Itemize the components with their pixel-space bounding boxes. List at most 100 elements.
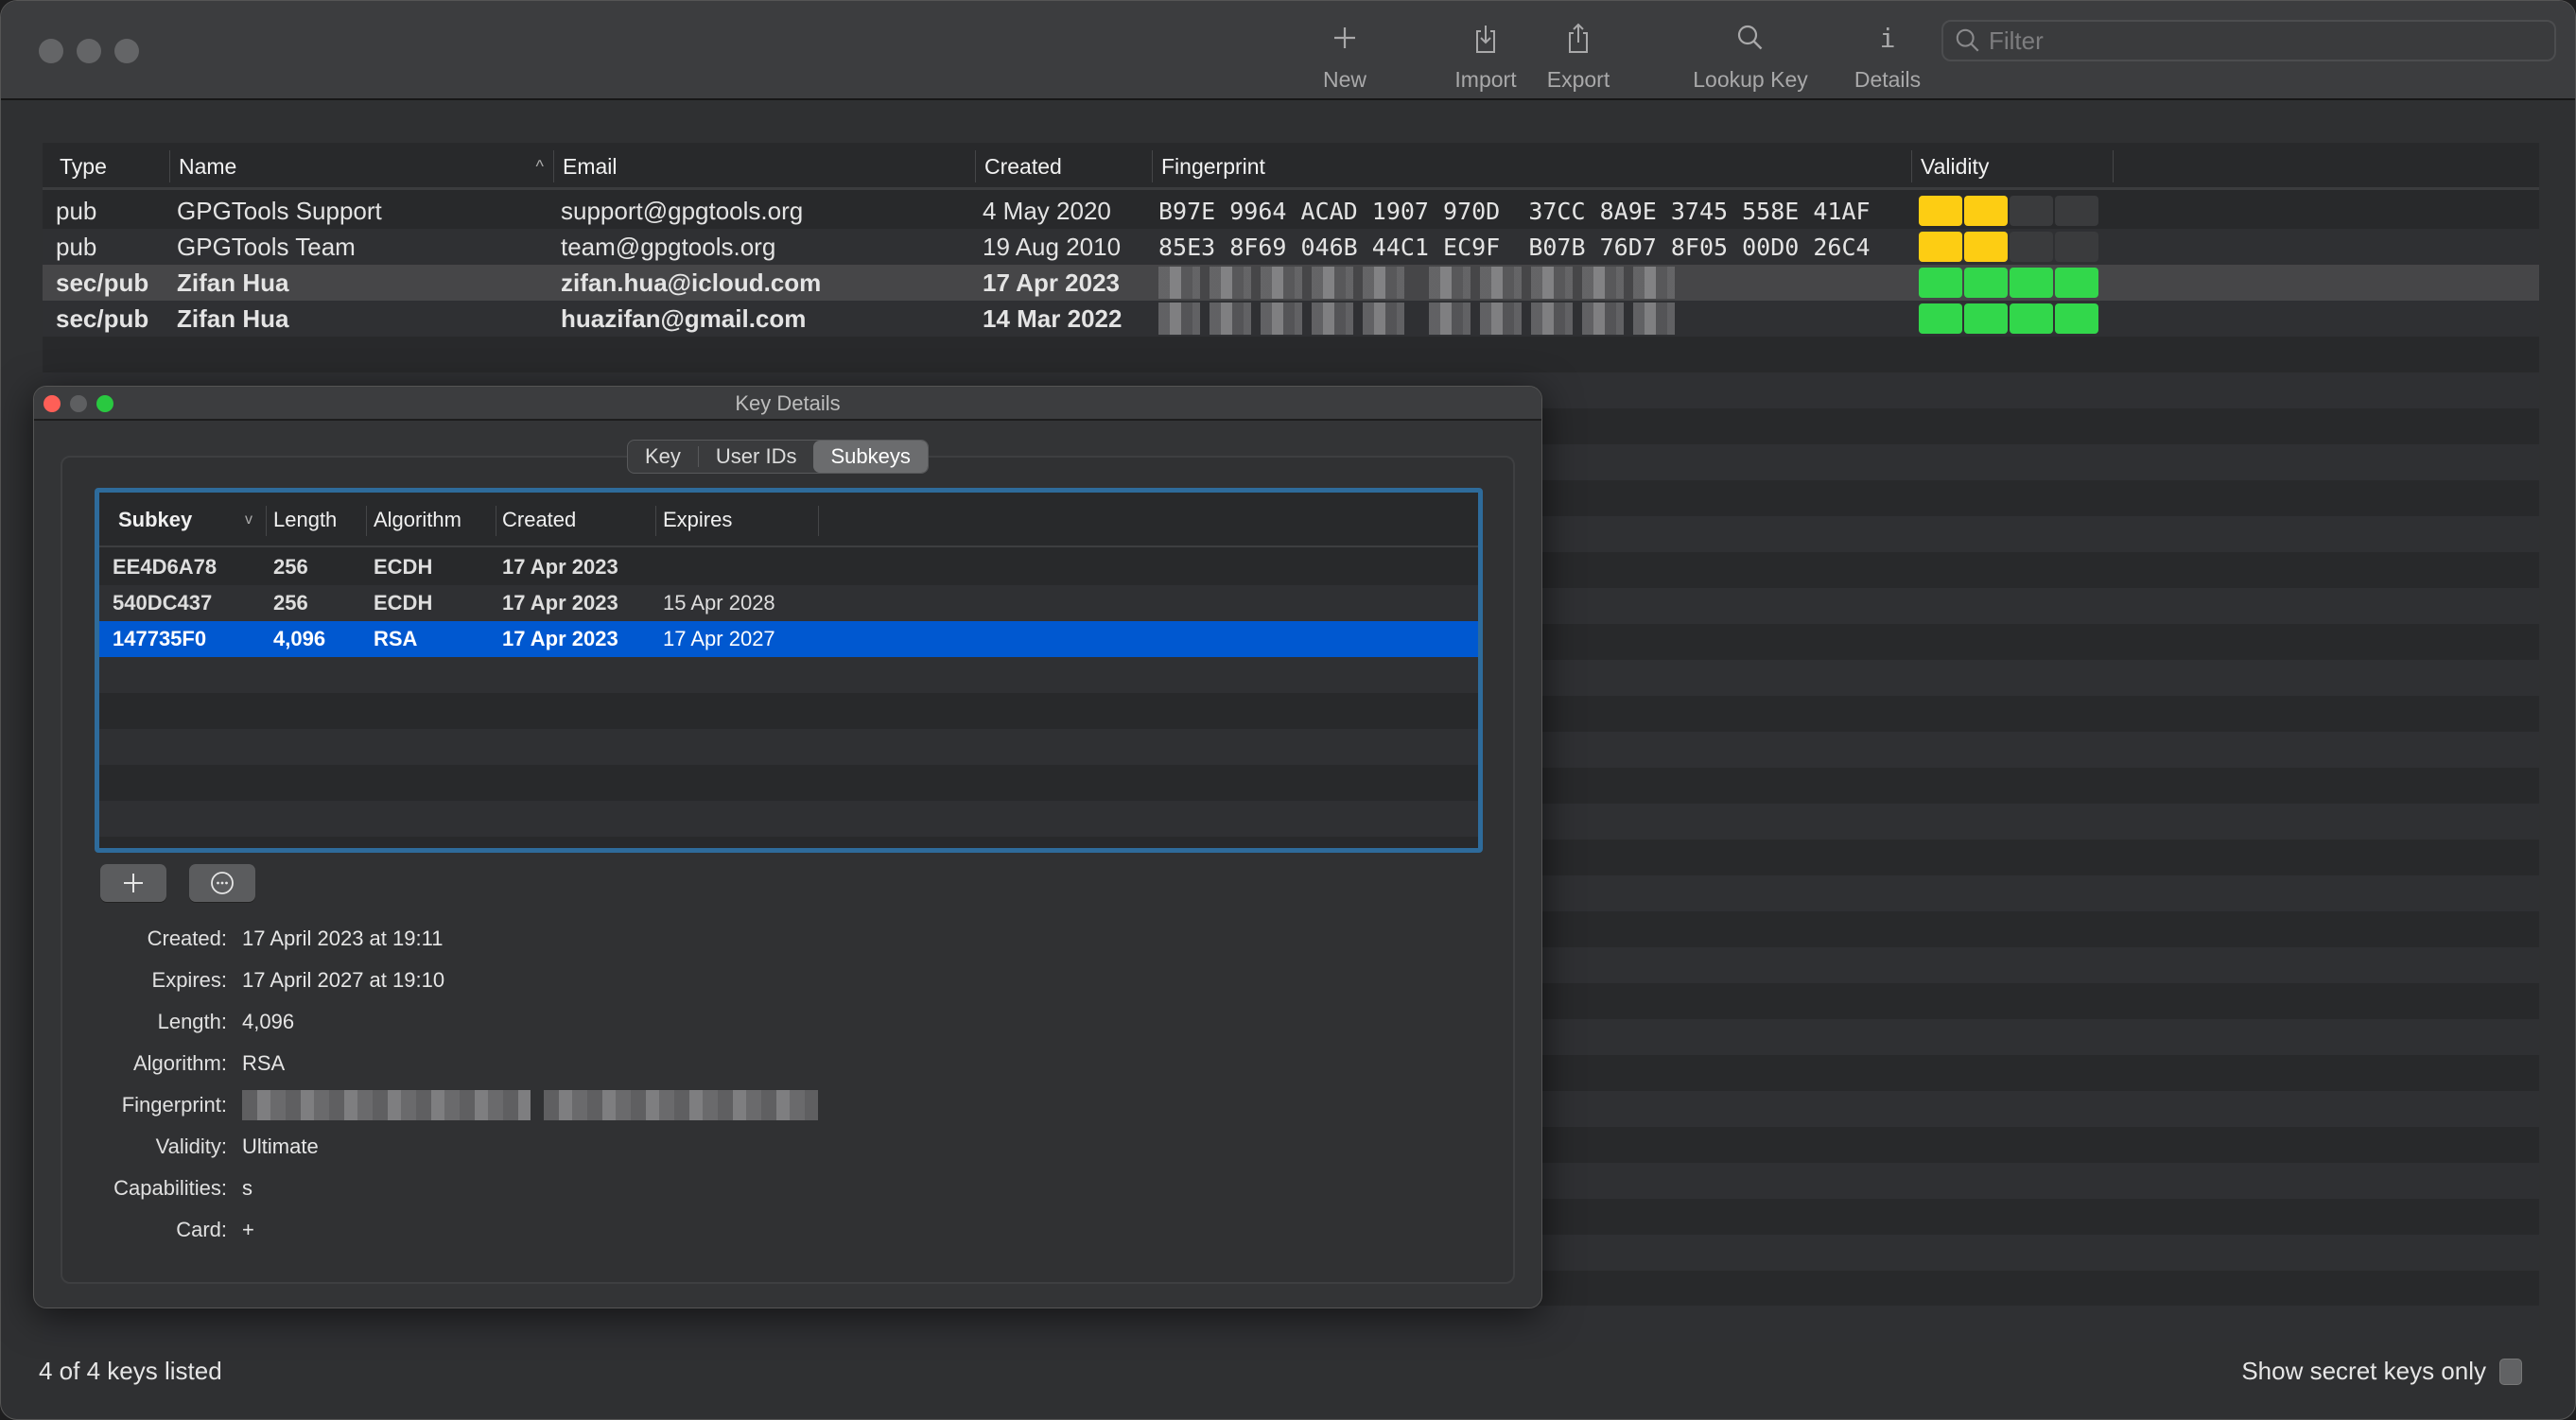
key-type: pub [56, 232, 97, 261]
key-row[interactable]: sec/pub Zifan Hua zifan.hua@icloud.com 17 A… [43, 265, 2539, 301]
column-type[interactable]: Type [52, 143, 107, 190]
key-fingerprint [1158, 265, 1675, 301]
key-fingerprint [1158, 301, 1675, 337]
empty-row [43, 1307, 2539, 1342]
subkey-row[interactable]: 540DC437 256 ECDH 17 Apr 2023 15 Apr 2028 [99, 585, 1478, 621]
subkey-expires: 15 Apr 2028 [663, 591, 775, 615]
column-separator[interactable] [2113, 150, 2114, 182]
redacted-block [1531, 267, 1573, 299]
add-subkey-button[interactable] [100, 864, 166, 902]
subkeys-table-header: Subkey v Length Algorithm Created Expire… [99, 493, 1478, 547]
column-email[interactable]: Email [555, 143, 618, 190]
export-button[interactable]: Export [1540, 20, 1616, 93]
subkey-row[interactable]: 147735F0 4,096 RSA 17 Apr 2023 17 Apr 2027 [99, 621, 1478, 657]
toolbar: New Import Export Lookup Key i Details [1, 1, 2575, 100]
zoom-button[interactable] [114, 39, 139, 63]
detail-value: 4,096 [242, 1010, 295, 1033]
subkey-created: 17 Apr 2023 [502, 591, 618, 615]
key-created: 4 May 2020 [983, 196, 1111, 225]
column-validity[interactable]: Validity [1913, 143, 1989, 190]
column-fingerprint[interactable]: Fingerprint [1154, 143, 1265, 190]
tab-key[interactable]: Key [628, 441, 698, 473]
detail-value: 17 April 2023 at 19:11 [242, 926, 444, 950]
validity-segment [2055, 232, 2098, 262]
new-button[interactable]: New [1321, 20, 1368, 93]
import-button[interactable]: Import [1448, 20, 1523, 93]
column-created[interactable]: Created [977, 143, 1062, 190]
details-button[interactable]: i Details [1850, 20, 1925, 93]
close-button[interactable] [39, 39, 63, 63]
validity-indicator [1919, 301, 2098, 337]
subkey-algorithm: ECDH [374, 591, 433, 615]
panel-zoom-button[interactable] [96, 395, 113, 412]
column-subkey[interactable]: Subkey v [118, 493, 258, 547]
key-created: 14 Mar 2022 [983, 303, 1123, 333]
export-icon [1566, 20, 1591, 56]
subkey-row[interactable]: EE4D6A78 256 ECDH 17 Apr 2023 [99, 549, 1478, 585]
validity-segment [1964, 303, 2008, 334]
sort-descending-icon: v [245, 511, 252, 528]
subkey-length: 4,096 [273, 627, 326, 650]
column-algorithm[interactable]: Algorithm [374, 493, 461, 547]
redacted-block [1261, 303, 1302, 335]
show-secret-only-checkbox[interactable] [2499, 1358, 2522, 1385]
redacted-block [1633, 267, 1675, 299]
key-name: Zifan Hua [177, 303, 289, 333]
detail-value: Ultimate [242, 1134, 319, 1158]
validity-segment [2010, 232, 2053, 262]
validity-segment [2010, 303, 2053, 334]
redacted-block [1210, 267, 1251, 299]
column-separator[interactable] [818, 506, 819, 536]
redacted-block [1363, 267, 1404, 299]
column-name[interactable]: Name ^ [171, 143, 553, 190]
column-expires[interactable]: Expires [663, 493, 732, 547]
column-separator[interactable] [553, 150, 554, 182]
redacted-block [1429, 303, 1471, 335]
tab-user-ids[interactable]: User IDs [699, 441, 814, 473]
key-row[interactable]: sec/pub Zifan Hua huazifan@gmail.com 14 Mar… [43, 301, 2539, 337]
key-created: 19 Aug 2010 [983, 232, 1122, 261]
key-type: sec/pub [56, 303, 149, 333]
key-name: GPGTools Team [177, 232, 356, 261]
detail-row: Capabilities: s [72, 1168, 818, 1209]
key-type: pub [56, 196, 97, 225]
filter-field[interactable] [1941, 20, 2556, 61]
column-separator[interactable] [169, 150, 170, 182]
show-secret-only-toggle[interactable]: Show secret keys only [2241, 1357, 2522, 1386]
column-created[interactable]: Created [502, 493, 576, 547]
import-icon [1473, 20, 1498, 56]
detail-label: Capabilities: [113, 1176, 227, 1200]
column-separator[interactable] [1152, 150, 1153, 182]
panel-minimize-button[interactable] [70, 395, 87, 412]
subkey-actions-button[interactable] [189, 864, 255, 902]
subkey-algorithm: ECDH [374, 555, 433, 579]
column-separator[interactable] [1911, 150, 1912, 182]
tab-subkeys[interactable]: Subkeys [813, 441, 928, 473]
lookup-key-button[interactable]: Lookup Key [1689, 20, 1812, 93]
filter-input[interactable] [1989, 26, 2537, 56]
validity-segment [1964, 232, 2008, 262]
validity-indicator [1919, 229, 2098, 265]
empty-row [99, 729, 1478, 765]
redacted-block [1429, 267, 1471, 299]
column-separator[interactable] [655, 506, 656, 536]
column-length[interactable]: Length [273, 493, 337, 547]
detail-value: RSA [242, 1051, 286, 1075]
subkey-length: 256 [273, 555, 308, 579]
subkey-subkey: EE4D6A78 [113, 555, 218, 579]
detail-label: Fingerprint: [121, 1093, 227, 1117]
column-separator[interactable] [266, 506, 267, 536]
redacted-block [1582, 303, 1624, 335]
detail-row: Card: + [72, 1209, 818, 1251]
validity-segment [2055, 303, 2098, 334]
column-separator[interactable] [975, 150, 976, 182]
validity-segment [2010, 268, 2053, 298]
key-row[interactable]: pub GPGTools Support support@gpgtools.org 4… [43, 193, 2539, 229]
redacted-block [1312, 267, 1353, 299]
panel-close-button[interactable] [44, 395, 61, 412]
key-row[interactable]: pub GPGTools Team team@gpgtools.org 19 Aug … [43, 229, 2539, 265]
key-email: zifan.hua@icloud.com [561, 268, 822, 297]
column-separator[interactable] [366, 506, 367, 536]
minimize-button[interactable] [77, 39, 101, 63]
keys-table-header: Type Name ^ Email Created Fingerprint Va… [43, 143, 2539, 190]
